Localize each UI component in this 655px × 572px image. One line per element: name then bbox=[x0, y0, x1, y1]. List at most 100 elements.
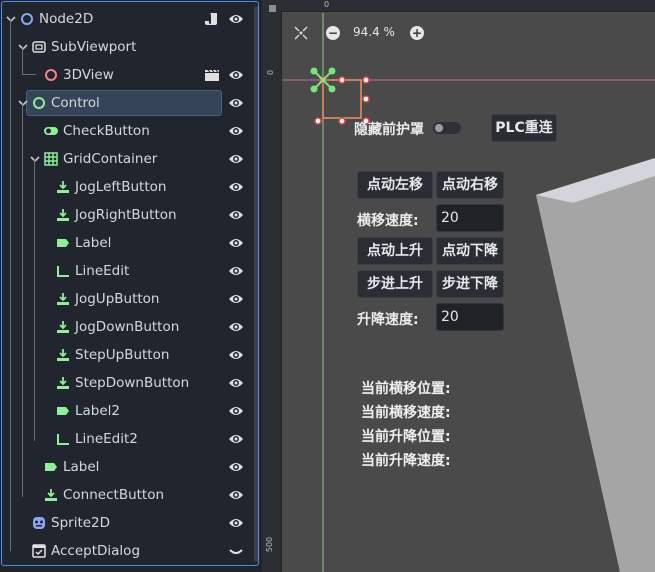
tree-item-jogrightbutton[interactable]: JogRightButton bbox=[2, 201, 258, 229]
tree-guide-line bbox=[10, 19, 11, 551]
tree-item-label[interactable]: Label bbox=[2, 453, 258, 481]
tree-item-node2d[interactable]: Node2D bbox=[2, 5, 258, 33]
tree-item-label: JogLeftButton bbox=[75, 179, 167, 195]
chevron-down-icon[interactable] bbox=[18, 42, 28, 52]
tree-item-lineedit2[interactable]: LineEdit2 bbox=[2, 425, 258, 453]
tree-guide-line bbox=[22, 74, 36, 75]
tree-item-label: StepDownButton bbox=[75, 375, 190, 391]
tree-item-jogupbutton[interactable]: JogUpButton bbox=[2, 285, 258, 313]
tree-item-label: LineEdit2 bbox=[75, 431, 138, 447]
tree-item-label: JogDownButton bbox=[75, 319, 180, 335]
control-icon bbox=[33, 97, 45, 109]
tree-item-checkbutton[interactable]: CheckButton bbox=[2, 117, 258, 145]
tree-guide-line bbox=[34, 159, 35, 441]
clapper-icon[interactable] bbox=[204, 68, 220, 82]
jog-left-button[interactable]: 点动左移 bbox=[357, 171, 433, 199]
node2d-icon bbox=[21, 13, 33, 25]
tree-item-connectbutton[interactable]: ConnectButton bbox=[2, 481, 258, 509]
zoom-out-button[interactable]: − bbox=[326, 26, 340, 40]
zoom-level[interactable]: 94.4 % bbox=[353, 25, 395, 39]
visibility-eye-icon[interactable] bbox=[228, 180, 244, 194]
visibility-eye-icon[interactable] bbox=[228, 320, 244, 334]
sprite2d-icon bbox=[33, 517, 45, 529]
button-icon bbox=[45, 489, 57, 501]
tree-item-3dview[interactable]: 3DView bbox=[2, 61, 258, 89]
scene-tree-panel: Node2D SubViewport 3DView Control CheckButto… bbox=[0, 0, 262, 572]
ruler-corner bbox=[262, 0, 282, 13]
button-icon bbox=[57, 349, 69, 361]
tree-item-label[interactable]: Label bbox=[2, 229, 258, 257]
tree-item-subviewport[interactable]: SubViewport bbox=[2, 33, 258, 61]
step-up-button[interactable]: 步进上升 bbox=[357, 270, 433, 298]
scene-tree-scrollbar[interactable] bbox=[254, 6, 258, 562]
visibility-eye-icon[interactable] bbox=[228, 208, 244, 222]
jog-right-button[interactable]: 点动右移 bbox=[436, 171, 504, 199]
jog-up-button[interactable]: 点动上升 bbox=[357, 237, 433, 265]
visibility-eye-icon[interactable] bbox=[228, 152, 244, 166]
button-icon bbox=[57, 293, 69, 305]
lift-speed-label: 升降速度: bbox=[357, 312, 419, 328]
line-edit-icon bbox=[57, 434, 69, 445]
tree-item-label: JogUpButton bbox=[75, 291, 160, 307]
visibility-hidden-icon[interactable] bbox=[228, 544, 244, 558]
tree-item-label: Sprite2D bbox=[51, 515, 111, 531]
tree-item-label2[interactable]: Label2 bbox=[2, 397, 258, 425]
tree-item-stepupbutton[interactable]: StepUpButton bbox=[2, 341, 258, 369]
current-traverse-speed-label: 当前横移速度: bbox=[361, 405, 451, 421]
center-view-icon[interactable] bbox=[293, 25, 309, 41]
label-icon bbox=[45, 463, 57, 471]
label-icon bbox=[57, 407, 69, 415]
visibility-eye-icon[interactable] bbox=[228, 376, 244, 390]
visibility-eye-icon[interactable] bbox=[228, 264, 244, 278]
tree-item-jogdownbutton[interactable]: JogDownButton bbox=[2, 313, 258, 341]
tree-item-control[interactable]: Control bbox=[2, 89, 258, 117]
tree-item-label: Label2 bbox=[75, 403, 121, 419]
chevron-down-icon[interactable] bbox=[18, 98, 28, 108]
tree-item-label: SubViewport bbox=[51, 39, 137, 55]
ruler-zero-label: 0 bbox=[324, 0, 330, 9]
zoom-in-button[interactable]: + bbox=[410, 26, 424, 40]
tree-guide-line bbox=[22, 47, 23, 75]
lift-speed-input[interactable]: 20 bbox=[436, 303, 504, 331]
script-icon[interactable] bbox=[204, 12, 220, 26]
visibility-eye-icon[interactable] bbox=[228, 12, 244, 26]
hide-cover-toggle[interactable] bbox=[433, 122, 461, 134]
visibility-eye-icon[interactable] bbox=[228, 432, 244, 446]
visibility-eye-icon[interactable] bbox=[228, 124, 244, 138]
chevron-down-icon[interactable] bbox=[30, 154, 40, 164]
tree-item-lineedit[interactable]: LineEdit bbox=[2, 257, 258, 285]
subviewport-icon bbox=[32, 41, 46, 53]
visibility-eye-icon[interactable] bbox=[228, 236, 244, 250]
tree-item-label: GridContainer bbox=[63, 151, 158, 167]
tree-item-gridcontainer[interactable]: GridContainer bbox=[2, 145, 258, 173]
jog-down-button[interactable]: 点动下降 bbox=[436, 237, 504, 265]
tree-item-jogleftbutton[interactable]: JogLeftButton bbox=[2, 173, 258, 201]
visibility-eye-icon[interactable] bbox=[228, 516, 244, 530]
visibility-eye-icon[interactable] bbox=[228, 348, 244, 362]
tree-item-sprite2d[interactable]: Sprite2D bbox=[2, 509, 258, 537]
grid-container-icon bbox=[44, 152, 58, 166]
chevron-down-icon[interactable] bbox=[6, 14, 16, 24]
traverse-speed-input[interactable]: 20 bbox=[436, 204, 504, 232]
button-icon bbox=[57, 377, 69, 389]
tree-item-label: LineEdit bbox=[75, 263, 130, 279]
plc-reconnect-button[interactable]: PLC重连 bbox=[491, 114, 557, 142]
tree-item-label: ConnectButton bbox=[63, 487, 165, 503]
visibility-eye-icon[interactable] bbox=[228, 404, 244, 418]
visibility-eye-icon[interactable] bbox=[228, 488, 244, 502]
tree-item-stepdownbutton[interactable]: StepDownButton bbox=[2, 369, 258, 397]
visibility-eye-icon[interactable] bbox=[228, 460, 244, 474]
tree-item-acceptdialog[interactable]: AcceptDialog bbox=[2, 537, 258, 565]
visibility-eye-icon[interactable] bbox=[228, 292, 244, 306]
traverse-speed-label: 横移速度: bbox=[357, 213, 419, 229]
tree-item-label: Label bbox=[63, 459, 100, 475]
node3d-icon bbox=[45, 69, 57, 81]
canvas-area[interactable]: 隐藏前护罩 PLC重连 点动左移 点动右移 横移速度: 20 点动上升 点动下降… bbox=[283, 13, 655, 572]
tree-item-label: Label bbox=[75, 235, 112, 251]
accept-dialog-icon bbox=[32, 544, 46, 558]
button-icon bbox=[57, 181, 69, 193]
visibility-eye-icon[interactable] bbox=[228, 68, 244, 82]
step-down-button[interactable]: 步进下降 bbox=[436, 270, 504, 298]
ruler-vertical: 0 500 bbox=[262, 12, 282, 572]
visibility-eye-icon[interactable] bbox=[228, 96, 244, 110]
